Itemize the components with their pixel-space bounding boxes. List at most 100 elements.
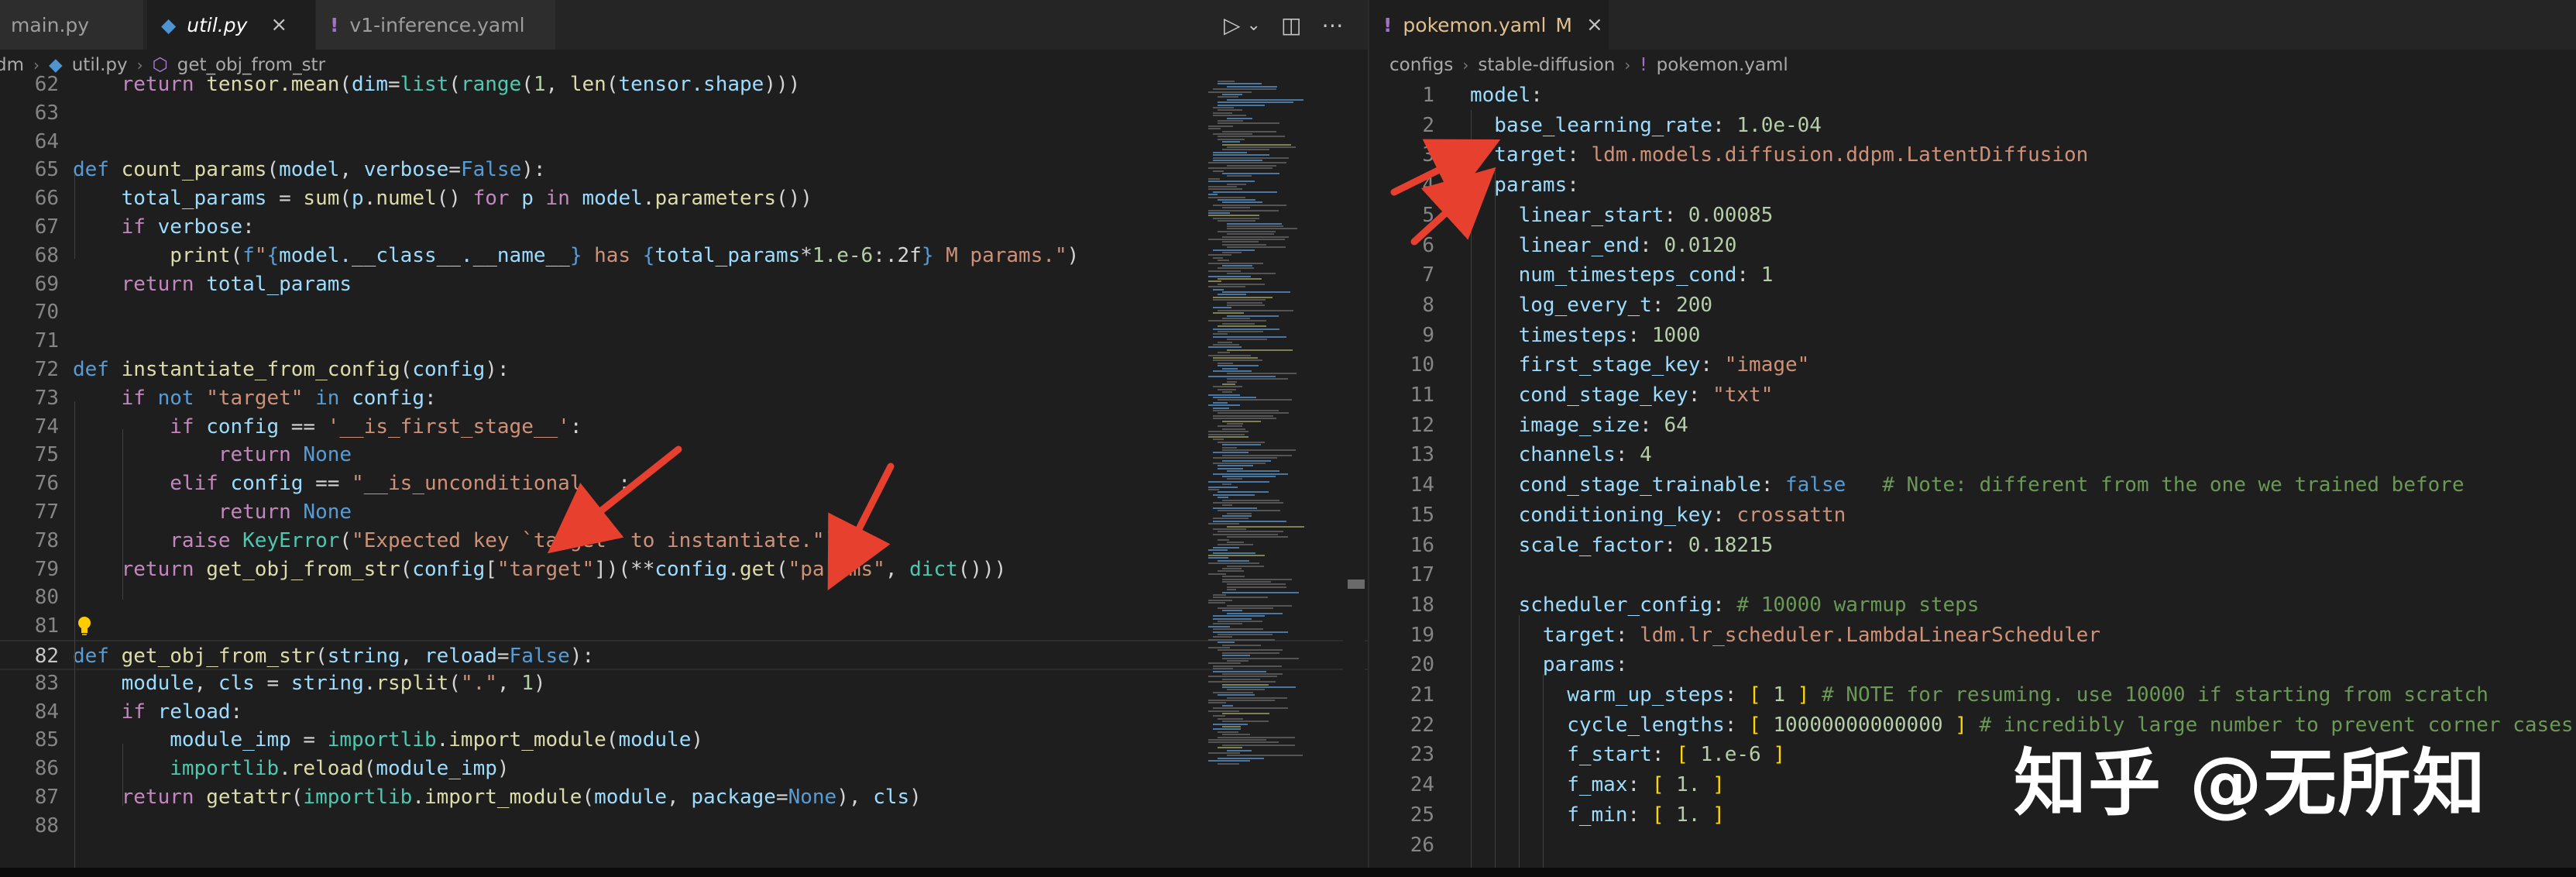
code-line[interactable]: 17: [1369, 560, 2576, 590]
code-text: elif config == "__is_unconditional :: [73, 469, 630, 499]
code-line[interactable]: 72 def instantiate_from_config(config):: [0, 355, 1368, 385]
code-line[interactable]: 88: [0, 811, 1368, 841]
code-token: importlib: [303, 786, 413, 809]
modified-badge: M: [1555, 13, 1572, 36]
chevron-down-icon[interactable]: ⌄: [1247, 15, 1261, 35]
code-text: print(f"{model.__class__.__name__} has {…: [73, 241, 1079, 271]
code-line[interactable]: 21 warm_up_steps: [ 1 ] # NOTE for resum…: [1369, 680, 2576, 710]
code-line[interactable]: 11 cond_stage_key: "txt": [1369, 380, 2576, 411]
code-token: timesteps: [1470, 323, 1628, 347]
code-token: =: [303, 728, 328, 752]
minimap-stroke: [1218, 634, 1273, 635]
code-line[interactable]: 7 num_timesteps_cond: 1: [1369, 260, 2576, 291]
minimap[interactable]: [1200, 81, 1324, 778]
code-line[interactable]: 66 total_params = sum(p.numel() for p in…: [0, 184, 1368, 214]
code-token: tensor.mean: [206, 73, 340, 96]
minimap-stroke: [1213, 359, 1262, 362]
code-line[interactable]: 18 scheduler_config: # 10000 warmup step…: [1369, 590, 2576, 621]
run-icon[interactable]: ▷: [1224, 12, 1241, 38]
minimap-stroke: [1218, 467, 1243, 469]
code-line[interactable]: 77 return None: [0, 497, 1368, 528]
code-line[interactable]: 1 model:: [1369, 81, 2576, 111]
code-token: ,: [194, 671, 218, 695]
code-token: M params.": [933, 243, 1067, 267]
code-line[interactable]: 78 raise KeyError("Expected key `target`…: [0, 526, 1368, 556]
minimap-stroke: [1213, 307, 1231, 309]
tab-main-py[interactable]: main.py: [0, 0, 144, 50]
code-line[interactable]: 63: [0, 98, 1368, 129]
breadcrumb-item[interactable]: configs: [1389, 55, 1453, 75]
code-line[interactable]: 19 target: ldm.lr_scheduler.LambdaLinear…: [1369, 621, 2576, 651]
more-actions-icon[interactable]: ⋯: [1321, 12, 1343, 38]
minimap-stroke: [1222, 655, 1250, 657]
close-icon[interactable]: ×: [1586, 13, 1603, 36]
split-editor-icon[interactable]: ◫: [1281, 12, 1301, 38]
code-line[interactable]: 65 def count_params(model, verbose=False)…: [0, 155, 1368, 185]
code-line[interactable]: 13 channels: 4: [1369, 440, 2576, 470]
code-token: ): [824, 528, 837, 552]
code-token: 0.00085: [1688, 203, 1774, 227]
code-line[interactable]: 73 if not "target" in config:: [0, 383, 1368, 414]
code-line[interactable]: 3 target: ldm.models.diffusion.ddpm.Late…: [1369, 140, 2576, 170]
code-line[interactable]: 70: [0, 297, 1368, 328]
minimap-stroke: [1208, 181, 1255, 183]
line-number: 66: [34, 187, 59, 211]
tab-v1-inference-yaml[interactable]: ! v1-inference.yaml: [316, 0, 556, 50]
breadcrumb-item[interactable]: pokemon.yaml: [1657, 55, 1788, 75]
code-line[interactable]: 15 conditioning_key: crossattn: [1369, 500, 2576, 531]
code-line[interactable]: 10 first_stage_key: "image": [1369, 350, 2576, 380]
code-line[interactable]: 9 timesteps: 1000: [1369, 321, 2576, 351]
code-line[interactable]: 5 linear_start: 0.00085: [1369, 201, 2576, 231]
code-line[interactable]: 4 params:: [1369, 170, 2576, 201]
code-token: ldm.models.diffusion.ddpm.LatentDiffusio…: [1591, 143, 2089, 167]
code-line[interactable]: 26: [1369, 831, 2576, 861]
code-line[interactable]: 6 linear_end: 0.0120: [1369, 231, 2576, 261]
code-line[interactable]: 67 if verbose:: [0, 212, 1368, 242]
tab-pokemon-yaml[interactable]: ! pokemon.yaml M ×: [1369, 0, 1609, 50]
minimap-stroke: [1218, 230, 1276, 232]
code-line[interactable]: 8 log_every_t: 200: [1369, 291, 2576, 321]
code-line[interactable]: 2 base_learning_rate: 1.0e-04: [1369, 111, 2576, 141]
code-line[interactable]: 75 return None: [0, 440, 1368, 470]
code-line[interactable]: 69 return total_params: [0, 270, 1368, 300]
minimap-stroke: [1208, 167, 1273, 170]
code-line[interactable]: 82 def get_obj_from_str(string, reload=Fa…: [0, 640, 1368, 670]
code-line[interactable]: 83 module, cls = string.rsplit(".", 1): [0, 669, 1368, 699]
vertical-scrollbar[interactable]: [1343, 81, 1365, 868]
code-line[interactable]: 68 print(f"{model.__class__.__name__} ha…: [0, 241, 1368, 271]
minimap-stroke: [1227, 755, 1303, 757]
scrollbar-thumb[interactable]: [1348, 580, 1365, 589]
line-number: 13: [1410, 443, 1434, 467]
indent-guide: [122, 744, 123, 806]
close-icon[interactable]: ×: [270, 13, 287, 36]
code-line[interactable]: 80: [0, 583, 1368, 613]
code-line[interactable]: 62 return tensor.mean(dim=list(range(1, …: [0, 70, 1368, 100]
code-token: return: [73, 557, 207, 581]
code-line[interactable]: 74 if config == '__is_first_stage__':: [0, 412, 1368, 442]
tab-util-py[interactable]: ◆ util.py ×: [147, 0, 316, 50]
code-line[interactable]: 71: [0, 326, 1368, 356]
code-line[interactable]: 14 cond_stage_trainable: false # Note: d…: [1369, 470, 2576, 500]
code-line[interactable]: 12 image_size: 64: [1369, 411, 2576, 441]
minimap-stroke: [1218, 81, 1235, 82]
code-line[interactable]: 76 elif config == "__is_unconditional :: [0, 469, 1368, 499]
code-line[interactable]: 85 module_imp = importlib.import_module(…: [0, 725, 1368, 755]
breadcrumb-item[interactable]: stable-diffusion: [1478, 55, 1615, 75]
code-token: [: [1676, 743, 1701, 767]
code-token: =: [775, 786, 788, 809]
line-number: 22: [1410, 713, 1434, 737]
code-line[interactable]: 87 return getattr(importlib.import_modul…: [0, 782, 1368, 813]
code-line[interactable]: 81: [0, 611, 1368, 641]
code-line[interactable]: 16 scale_factor: 0.18215: [1369, 531, 2576, 561]
code-line[interactable]: 64: [0, 127, 1368, 157]
code-line[interactable]: 86 importlib.reload(module_imp): [0, 754, 1368, 784]
code-token: *: [800, 243, 812, 267]
code-line[interactable]: 20 params:: [1369, 650, 2576, 680]
code-text: if verbose:: [73, 212, 255, 242]
code-line[interactable]: 79 return get_obj_from_str(config["targe…: [0, 555, 1368, 585]
minimap-stroke: [1218, 283, 1265, 285]
python-code-area[interactable]: 62 return tensor.mean(dim=list(range(1, …: [0, 73, 1368, 868]
lightbulb-icon[interactable]: [76, 616, 93, 636]
code-line[interactable]: 84 if reload:: [0, 697, 1368, 727]
code-token: f: [242, 243, 255, 267]
